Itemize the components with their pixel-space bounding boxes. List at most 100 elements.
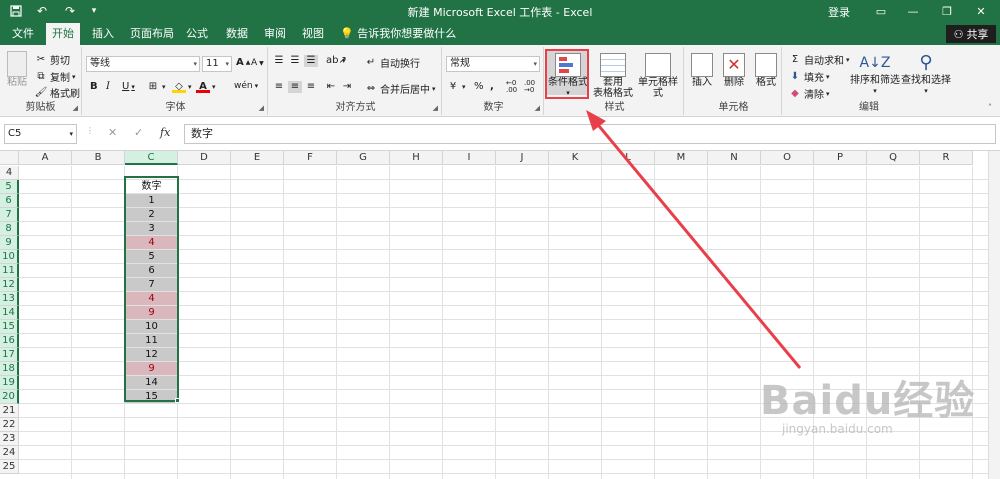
row-header-4[interactable]: 4 (0, 166, 19, 180)
cell-c20[interactable]: 15 (125, 390, 178, 403)
tab-review[interactable]: 审阅 (258, 23, 292, 45)
tab-insert[interactable]: 插入 (86, 23, 120, 45)
bold-button[interactable]: B (90, 81, 98, 92)
insert-function-button[interactable]: fx (160, 126, 170, 139)
column-header-g[interactable]: G (337, 151, 390, 165)
tab-file[interactable]: 文件 (6, 23, 40, 45)
underline-button[interactable]: U ▾ (122, 81, 135, 92)
cell-styles-button[interactable]: 单元格样式 (634, 51, 682, 99)
column-header-a[interactable]: A (19, 151, 72, 165)
decrease-decimal-button[interactable]: .00 →0 (524, 80, 540, 94)
column-header-q[interactable]: Q (867, 151, 920, 165)
bottom-align-button[interactable]: ☰ (304, 55, 318, 67)
tab-data[interactable]: 数据 (220, 23, 254, 45)
restore-icon[interactable]: ❐ (930, 0, 964, 23)
increase-decimal-button[interactable]: ←0 .00 (506, 80, 522, 94)
decrease-indent-button[interactable]: ⇤ (324, 81, 338, 93)
column-header-n[interactable]: N (708, 151, 761, 165)
cell-c16[interactable]: 11 (125, 334, 178, 347)
row-header-18[interactable]: 18 (0, 362, 19, 376)
collapse-ribbon-icon[interactable]: ˄ (988, 103, 992, 112)
row-header-25[interactable]: 25 (0, 460, 19, 474)
vertical-scrollbar[interactable] (988, 151, 1000, 479)
increase-indent-button[interactable]: ⇥ (340, 81, 354, 93)
font-name-select[interactable]: 等线 ▾ (86, 56, 200, 72)
comma-button[interactable]: , (490, 81, 494, 92)
shrink-font-button[interactable]: A ▼ (251, 58, 264, 68)
right-align-button[interactable]: ≡ (304, 81, 318, 93)
cut-button[interactable]: ✂ 剪切 (34, 52, 70, 68)
row-header-16[interactable]: 16 (0, 334, 19, 348)
close-icon[interactable]: ✕ (964, 0, 998, 23)
column-header-f[interactable]: F (284, 151, 337, 165)
column-header-l[interactable]: L (602, 151, 655, 165)
login-link[interactable]: 登录 (828, 4, 850, 20)
row-header-12[interactable]: 12 (0, 278, 19, 292)
accounting-button[interactable]: ¥ ▾ (446, 81, 466, 93)
grow-font-button[interactable]: A ▲ (236, 57, 250, 68)
column-header-d[interactable]: D (178, 151, 231, 165)
column-header-i[interactable]: I (443, 151, 496, 165)
cell-c12[interactable]: 7 (125, 278, 178, 291)
formula-input[interactable]: 数字 (184, 124, 996, 144)
row-header-5[interactable]: 5 (0, 180, 19, 194)
tab-page-layout[interactable]: 页面布局 (124, 23, 180, 45)
dialog-launcher-icon[interactable]: ◢ (535, 104, 540, 112)
dialog-launcher-icon[interactable]: ◢ (73, 104, 78, 112)
left-align-button[interactable]: ≡ (272, 81, 286, 93)
borders-button[interactable]: ⊞ ▾ (146, 81, 166, 93)
select-all-corner[interactable] (0, 151, 19, 165)
merge-center-button[interactable]: ⇔ 合并后居中 ▾ (364, 81, 436, 97)
enter-icon[interactable]: ✓ (134, 126, 143, 139)
row-header-23[interactable]: 23 (0, 432, 19, 446)
fill-handle[interactable] (175, 398, 180, 403)
tell-me-box[interactable]: 💡 告诉我你想要做什么 (340, 23, 456, 45)
column-header-b[interactable]: B (72, 151, 125, 165)
column-header-h[interactable]: H (390, 151, 443, 165)
tab-home[interactable]: 开始 (46, 23, 80, 45)
cell-c10[interactable]: 5 (125, 250, 178, 263)
number-format-select[interactable]: 常规 ▾ (446, 56, 540, 72)
italic-button[interactable]: I (106, 81, 110, 92)
cell-c7[interactable]: 2 (125, 208, 178, 221)
fill-button[interactable]: ⬇ 填充 ▾ (788, 69, 830, 85)
middle-align-button[interactable]: ☰ (288, 55, 302, 67)
sort-filter-button[interactable]: A↓Z 排序和筛选 ▾ (850, 51, 900, 95)
font-size-select[interactable]: 11 ▾ (202, 56, 232, 72)
row-header-11[interactable]: 11 (0, 264, 19, 278)
font-color-button[interactable]: A ▾ (196, 81, 216, 93)
copy-button[interactable]: ⧉ 复制 ▾ (34, 69, 75, 85)
cell-c5[interactable]: 数字 (125, 180, 178, 193)
top-align-button[interactable]: ☰ (272, 55, 286, 67)
cell-c11[interactable]: 6 (125, 264, 178, 277)
column-header-p[interactable]: P (814, 151, 867, 165)
orientation-button[interactable]: ab↗ ▾ (326, 55, 347, 67)
name-box[interactable]: C5 ▾ (4, 124, 77, 144)
fill-color-button[interactable]: ◇ ▾ (172, 81, 192, 93)
column-header-o[interactable]: O (761, 151, 814, 165)
format-as-table-button[interactable]: 套用 表格格式 (590, 51, 636, 99)
paste-button[interactable]: 粘贴 (2, 49, 32, 93)
row-header-20[interactable]: 20 (0, 390, 19, 404)
cancel-icon[interactable]: ✕ (108, 126, 117, 139)
row-header-19[interactable]: 19 (0, 376, 19, 390)
column-header-c[interactable]: C (125, 151, 178, 165)
percent-button[interactable]: % (474, 81, 484, 92)
cell-c19[interactable]: 14 (125, 376, 178, 389)
row-header-15[interactable]: 15 (0, 320, 19, 334)
format-cells-button[interactable]: 格式 (750, 51, 782, 95)
row-header-9[interactable]: 9 (0, 236, 19, 250)
row-header-10[interactable]: 10 (0, 250, 19, 264)
cell-c9[interactable]: 4 (125, 236, 178, 249)
row-header-8[interactable]: 8 (0, 222, 19, 236)
cell-c14[interactable]: 9 (125, 306, 178, 319)
row-header-13[interactable]: 13 (0, 292, 19, 306)
wrap-text-button[interactable]: ↵ 自动换行 (364, 55, 420, 71)
dialog-launcher-icon[interactable]: ◢ (259, 104, 264, 112)
row-header-24[interactable]: 24 (0, 446, 19, 460)
cell-c6[interactable]: 1 (125, 194, 178, 207)
column-header-m[interactable]: M (655, 151, 708, 165)
autosum-button[interactable]: Σ 自动求和 ▾ (788, 52, 850, 68)
row-header-21[interactable]: 21 (0, 404, 19, 418)
row-header-14[interactable]: 14 (0, 306, 19, 320)
